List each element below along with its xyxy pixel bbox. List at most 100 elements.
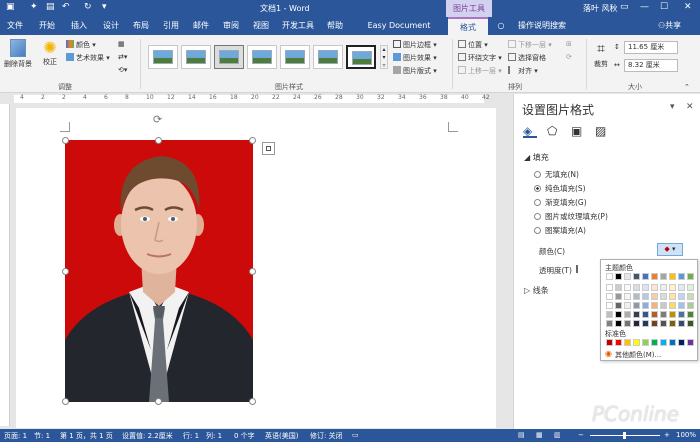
- tab-layout[interactable]: 布局: [126, 17, 156, 35]
- color-swatch[interactable]: [651, 284, 658, 291]
- compress-pictures-icon[interactable]: ▦: [118, 40, 125, 48]
- color-swatch[interactable]: [615, 320, 622, 327]
- color-swatch[interactable]: [687, 302, 694, 309]
- touch-mode-icon[interactable]: ✦: [30, 2, 38, 12]
- color-swatch[interactable]: [633, 320, 640, 327]
- color-swatch[interactable]: [624, 320, 631, 327]
- color-swatch[interactable]: [687, 311, 694, 318]
- transparency-slider-thumb[interactable]: [576, 265, 578, 273]
- picture-style-6[interactable]: [313, 45, 343, 69]
- resize-handle[interactable]: [155, 137, 162, 144]
- new-doc-icon[interactable]: ▤: [46, 2, 55, 12]
- picture-border-button[interactable]: 图片边框 ▾: [393, 40, 437, 50]
- picture-style-1[interactable]: [148, 45, 178, 69]
- undo-icon[interactable]: ↶: [62, 2, 70, 12]
- standard-color-swatch[interactable]: [660, 339, 667, 346]
- standard-color-swatch[interactable]: [669, 339, 676, 346]
- color-swatch[interactable]: [669, 273, 676, 280]
- color-swatch[interactable]: [660, 293, 667, 300]
- status-set-value[interactable]: 设置值: 2.2厘米: [122, 431, 173, 441]
- color-swatch[interactable]: [660, 302, 667, 309]
- fill-color-picker-button[interactable]: ◆ ▾: [657, 243, 683, 256]
- status-track-changes[interactable]: 修订: 关闭: [310, 431, 343, 441]
- color-swatch[interactable]: [633, 311, 640, 318]
- tab-home[interactable]: 开始: [32, 17, 62, 35]
- tab-references[interactable]: 引用: [156, 17, 186, 35]
- color-swatch[interactable]: [642, 293, 649, 300]
- pattern-fill-option[interactable]: 图案填充(A): [534, 225, 586, 236]
- share-button[interactable]: ⚇共享: [658, 17, 681, 35]
- layout-properties-tab-icon[interactable]: ▣: [571, 124, 585, 138]
- standard-color-swatch[interactable]: [642, 339, 649, 346]
- color-swatch[interactable]: [624, 273, 631, 280]
- tab-mailings[interactable]: 邮件: [186, 17, 216, 35]
- radio-button[interactable]: [534, 213, 541, 220]
- picture-effects-button[interactable]: 图片效果 ▾: [393, 53, 437, 63]
- color-swatch[interactable]: [678, 320, 685, 327]
- tab-review[interactable]: 审阅: [216, 17, 246, 35]
- color-swatch[interactable]: [606, 273, 613, 280]
- color-swatch[interactable]: [606, 302, 613, 309]
- picture-layout-button[interactable]: 图片版式 ▾: [393, 66, 437, 76]
- color-swatch[interactable]: [678, 284, 685, 291]
- color-swatch[interactable]: [651, 320, 658, 327]
- web-layout-icon[interactable]: ▥: [554, 431, 561, 439]
- user-name[interactable]: 落叶 风秋: [583, 3, 618, 14]
- picture-style-3[interactable]: [214, 45, 244, 69]
- color-swatch[interactable]: [651, 302, 658, 309]
- status-row[interactable]: 行: 1: [183, 431, 199, 441]
- color-swatch[interactable]: [633, 273, 640, 280]
- resize-handle[interactable]: [249, 398, 256, 405]
- save-icon[interactable]: ▣: [6, 2, 15, 12]
- tab-insert[interactable]: 插入: [64, 17, 94, 35]
- zoom-in-icon[interactable]: +: [664, 431, 670, 439]
- color-swatch[interactable]: [678, 293, 685, 300]
- color-swatch[interactable]: [669, 302, 676, 309]
- radio-button[interactable]: [534, 185, 541, 192]
- color-swatch[interactable]: [669, 284, 676, 291]
- zoom-out-icon[interactable]: −: [578, 431, 584, 439]
- radio-button[interactable]: [534, 199, 541, 206]
- status-column[interactable]: 列: 1: [206, 431, 222, 441]
- color-swatch[interactable]: [642, 311, 649, 318]
- resize-handle[interactable]: [62, 398, 69, 405]
- no-fill-option[interactable]: 无填充(N): [534, 169, 579, 180]
- wrap-text-button[interactable]: 环绕文字 ▾: [458, 53, 502, 63]
- radio-button[interactable]: [534, 171, 541, 178]
- status-page-of[interactable]: 第 1 页，共 1 页: [60, 431, 113, 441]
- status-page[interactable]: 页面: 1: [4, 431, 27, 441]
- horizontal-ruler[interactable]: 4 2 2 4 6 8 10 12 14 16 18 20 22 24 26 28 30 32 34 36 38 40 42: [0, 94, 512, 104]
- color-swatch[interactable]: [669, 311, 676, 318]
- picture-texture-fill-option[interactable]: 图片或纹理填充(P): [534, 211, 608, 222]
- color-swatch[interactable]: [651, 273, 658, 280]
- resize-handle[interactable]: [62, 268, 69, 275]
- status-words[interactable]: 0 个字: [234, 431, 255, 441]
- remove-background-button[interactable]: 删除背景: [4, 39, 32, 69]
- reset-picture-icon[interactable]: ⟲▾: [118, 66, 127, 74]
- status-language[interactable]: 英语(美国): [265, 431, 298, 441]
- fill-section-header[interactable]: ◢ 填充: [524, 152, 549, 163]
- picture-tab-icon[interactable]: ▨: [595, 124, 609, 138]
- tab-file[interactable]: 文件: [0, 17, 30, 35]
- color-swatch[interactable]: [606, 320, 613, 327]
- selection-pane-button[interactable]: 选择窗格: [508, 53, 546, 63]
- resize-handle[interactable]: [62, 137, 69, 144]
- color-swatch[interactable]: [660, 284, 667, 291]
- zoom-level[interactable]: 100%: [676, 431, 696, 439]
- print-layout-icon[interactable]: ▦: [536, 431, 543, 439]
- color-swatch[interactable]: [606, 284, 613, 291]
- macro-record-icon[interactable]: ▭: [352, 431, 359, 439]
- color-swatch[interactable]: [660, 273, 667, 280]
- group-objects-icon[interactable]: ⊞: [566, 40, 572, 48]
- color-swatch[interactable]: [660, 320, 667, 327]
- color-swatch[interactable]: [624, 302, 631, 309]
- portrait-photo[interactable]: [65, 140, 253, 402]
- gradient-fill-option[interactable]: 渐变填充(G): [534, 197, 587, 208]
- tab-easy-document-creator[interactable]: Easy Document Creator: [354, 17, 444, 48]
- color-swatch[interactable]: [678, 311, 685, 318]
- color-swatch[interactable]: [633, 293, 640, 300]
- zoom-slider-thumb[interactable]: [623, 432, 626, 439]
- color-swatch[interactable]: [669, 320, 676, 327]
- standard-color-swatch[interactable]: [606, 339, 613, 346]
- color-swatch[interactable]: [651, 293, 658, 300]
